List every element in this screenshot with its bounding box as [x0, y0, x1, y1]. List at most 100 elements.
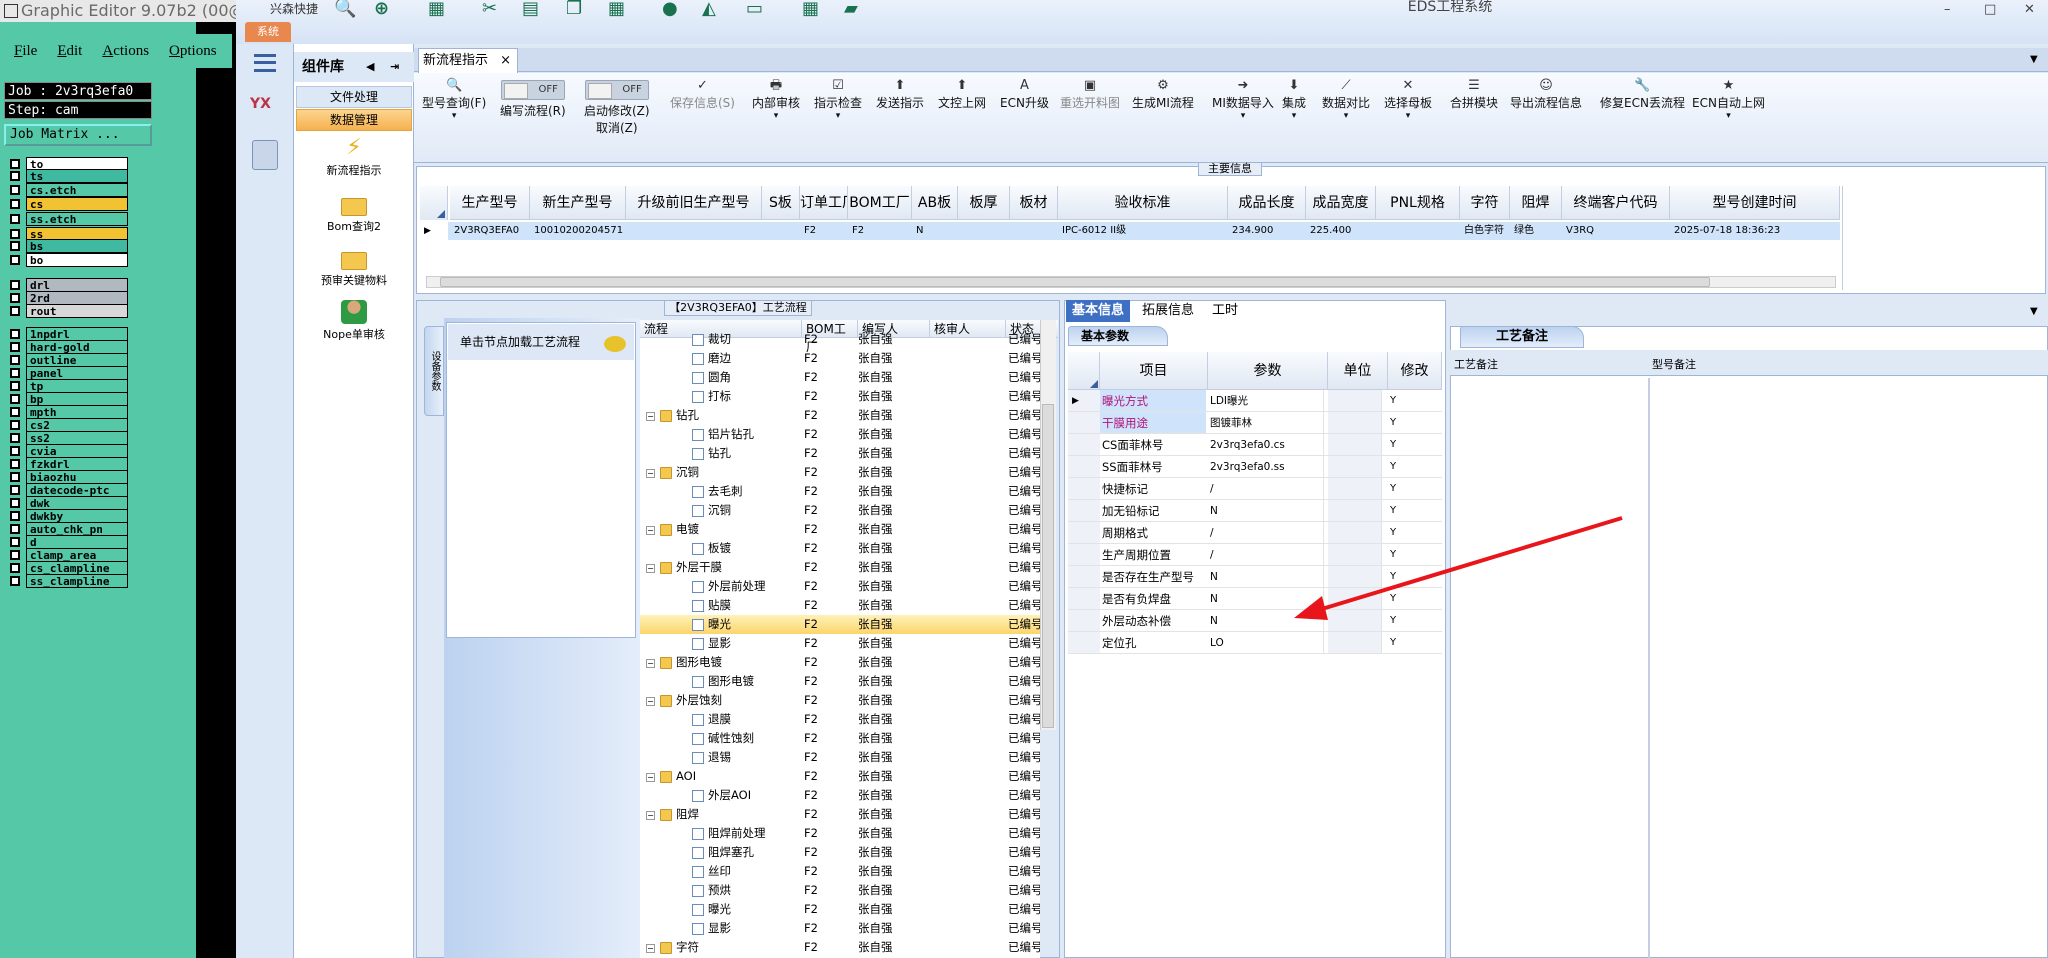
- param-row[interactable]: 外层动态补偿 N Y: [1068, 610, 1442, 632]
- flow-tree-row[interactable]: 外层前处理 F2 张自强 已编号: [640, 577, 1040, 596]
- layer-checkbox[interactable]: [10, 279, 20, 290]
- layer-checkbox[interactable]: [10, 471, 20, 482]
- process-remark-input[interactable]: [1452, 378, 1646, 956]
- layer-checkbox[interactable]: [10, 213, 20, 224]
- flow-tree-row[interactable]: − 电镀 F2 张自强 已编号: [640, 520, 1040, 539]
- menu-options[interactable]: Options: [157, 43, 225, 60]
- flow-tree-row[interactable]: − AOI F2 张自强 已编号: [640, 767, 1040, 786]
- monitor-icon[interactable]: ▭: [746, 0, 763, 18]
- book-icon[interactable]: ▰: [844, 0, 858, 18]
- menu-file-processing[interactable]: 文件处理: [296, 86, 412, 108]
- flow-tree-row[interactable]: 碱性蚀刻 F2 张自强 已编号: [640, 729, 1040, 748]
- layer-checkbox[interactable]: [10, 292, 20, 303]
- flow-tree-row[interactable]: 退膜 F2 张自强 已编号: [640, 710, 1040, 729]
- layer-row[interactable]: cs.etch: [4, 182, 128, 197]
- layer-name[interactable]: cs.etch: [26, 182, 128, 197]
- flow-tree-row[interactable]: − 钻孔 F2 张自强 已编号: [640, 406, 1040, 425]
- tab-basic-info[interactable]: 基本信息: [1066, 300, 1131, 322]
- yx-logo-icon[interactable]: YX: [250, 96, 280, 126]
- chevron-down-icon[interactable]: ▼: [2030, 54, 2038, 65]
- layer-row[interactable]: bs: [4, 238, 128, 253]
- column-header[interactable]: AB板: [912, 186, 958, 220]
- column-header[interactable]: 升级前旧生产型号: [626, 186, 762, 220]
- param-column-header[interactable]: 单位: [1328, 352, 1388, 390]
- layer-checkbox[interactable]: [10, 158, 20, 169]
- column-header[interactable]: 成品宽度: [1306, 186, 1376, 220]
- param-row[interactable]: 是否有负焊盘 N Y: [1068, 588, 1442, 610]
- layer-checkbox[interactable]: [10, 198, 20, 209]
- flow-tree-row[interactable]: 图形电镀 F2 张自强 已编号: [640, 672, 1040, 691]
- column-header[interactable]: 板厚: [958, 186, 1010, 220]
- layer-checkbox[interactable]: [10, 305, 20, 316]
- film-icon[interactable]: ▤: [522, 0, 539, 18]
- param-value[interactable]: N: [1208, 500, 1324, 521]
- column-header[interactable]: 生产型号: [450, 186, 530, 220]
- chevron-down-icon[interactable]: ▾: [1322, 111, 1370, 121]
- toolbar-button[interactable]: ✕ 选择母板 ▾: [1384, 78, 1432, 121]
- layer-name[interactable]: ss_clampline: [26, 573, 128, 588]
- collapse-icon[interactable]: −: [646, 811, 655, 820]
- flow-tree-row[interactable]: − 字符 F2 张自强 已编号: [640, 938, 1040, 957]
- param-row[interactable]: ▶ 曝光方式 LDI曝光 Y: [1068, 390, 1442, 412]
- menu-data-management[interactable]: 数据管理: [296, 109, 412, 131]
- layer-checkbox[interactable]: [10, 240, 20, 251]
- flow-tree-row[interactable]: 铝片钻孔 F2 张自强 已编号: [640, 425, 1040, 444]
- flow-tree-row[interactable]: 磨边 F2 张自强 已编号: [640, 349, 1040, 368]
- layer-checkbox[interactable]: [10, 419, 20, 430]
- menu-actions[interactable]: Actions: [90, 43, 157, 60]
- toolbar-button[interactable]: ⚙ 生成MI流程: [1132, 78, 1194, 111]
- layer-row[interactable]: cs: [4, 196, 128, 211]
- column-header[interactable]: S板: [762, 186, 800, 220]
- param-value[interactable]: /: [1208, 478, 1324, 499]
- layer-name[interactable]: rout: [26, 303, 128, 318]
- layer-checkbox[interactable]: [10, 367, 20, 378]
- toolbar-button[interactable]: ☑ 指示检查 ▾: [814, 78, 862, 121]
- layer-checkbox[interactable]: [10, 228, 20, 239]
- toolbar-button[interactable]: OFF 启动修改(Z) 取消(Z): [584, 78, 650, 136]
- hamburger-icon[interactable]: [254, 54, 276, 72]
- param-column-header[interactable]: 修改: [1388, 352, 1442, 390]
- flow-tree-row[interactable]: − 外层干膜 F2 张自强 已编号: [640, 558, 1040, 577]
- layer-checkbox[interactable]: [10, 328, 20, 339]
- column-header[interactable]: 型号创建时间: [1670, 186, 1840, 220]
- layer-checkbox[interactable]: [10, 432, 20, 443]
- flow-tree-row[interactable]: 显影 F2 张自强 已编号: [640, 634, 1040, 653]
- layer-checkbox[interactable]: [10, 170, 20, 181]
- toolbar-button[interactable]: 🔧 修复ECN丢流程: [1600, 78, 1685, 111]
- column-header[interactable]: PNL规格: [1376, 186, 1460, 220]
- param-value[interactable]: N: [1208, 566, 1324, 587]
- column-header[interactable]: 板材: [1010, 186, 1058, 220]
- layer-checkbox[interactable]: [10, 536, 20, 547]
- param-value[interactable]: /: [1208, 544, 1324, 565]
- lib-item-bom-query[interactable]: Bom查询2: [296, 194, 412, 234]
- param-value[interactable]: 图镀菲林: [1208, 412, 1324, 433]
- calculator-icon[interactable]: [252, 140, 278, 170]
- flow-tree-row[interactable]: − 图形电镀 F2 张自强 已编号: [640, 653, 1040, 672]
- param-value[interactable]: /: [1208, 522, 1324, 543]
- flow-tree-row[interactable]: 曝光 F2 张自强 已编号: [640, 900, 1040, 919]
- param-row[interactable]: SS面菲林号 2v3rq3efa0.ss Y: [1068, 456, 1442, 478]
- chevron-down-icon[interactable]: ▼: [2030, 306, 2038, 317]
- param-row[interactable]: 定位孔 LO Y: [1068, 632, 1442, 654]
- chevron-down-icon[interactable]: ▾: [1212, 111, 1274, 121]
- search-icon[interactable]: 🔍: [334, 0, 356, 18]
- toolbar-button[interactable]: ⬇ 集成 ▾: [1282, 78, 1306, 121]
- layer-checkbox[interactable]: [10, 341, 20, 352]
- flow-tree-row[interactable]: 板镀 F2 张自强 已编号: [640, 539, 1040, 558]
- param-value[interactable]: LO: [1208, 632, 1324, 653]
- flow-tree-row[interactable]: 阻焊塞孔 F2 张自强 已编号: [640, 843, 1040, 862]
- column-header[interactable]: 阻焊: [1510, 186, 1562, 220]
- toolbar-button[interactable]: OFF 编写流程(R): [500, 78, 566, 119]
- windows-icon[interactable]: ▦: [802, 0, 819, 18]
- toolbar-button[interactable]: ☺ 导出流程信息: [1510, 78, 1582, 111]
- chevron-down-icon[interactable]: ▾: [422, 111, 486, 121]
- lifebuoy-icon[interactable]: ⊕: [374, 0, 389, 18]
- layer-name[interactable]: cs: [26, 196, 128, 211]
- flow-tree-row[interactable]: 曝光 F2 张自强 已编号: [640, 615, 1040, 634]
- layer-name[interactable]: ts: [26, 168, 128, 183]
- collapse-icon[interactable]: −: [646, 412, 655, 421]
- system-tab[interactable]: 系统: [245, 22, 291, 42]
- param-column-header[interactable]: 项目: [1100, 352, 1208, 390]
- collapse-icon[interactable]: −: [646, 526, 655, 535]
- close-icon[interactable]: ×: [500, 49, 511, 73]
